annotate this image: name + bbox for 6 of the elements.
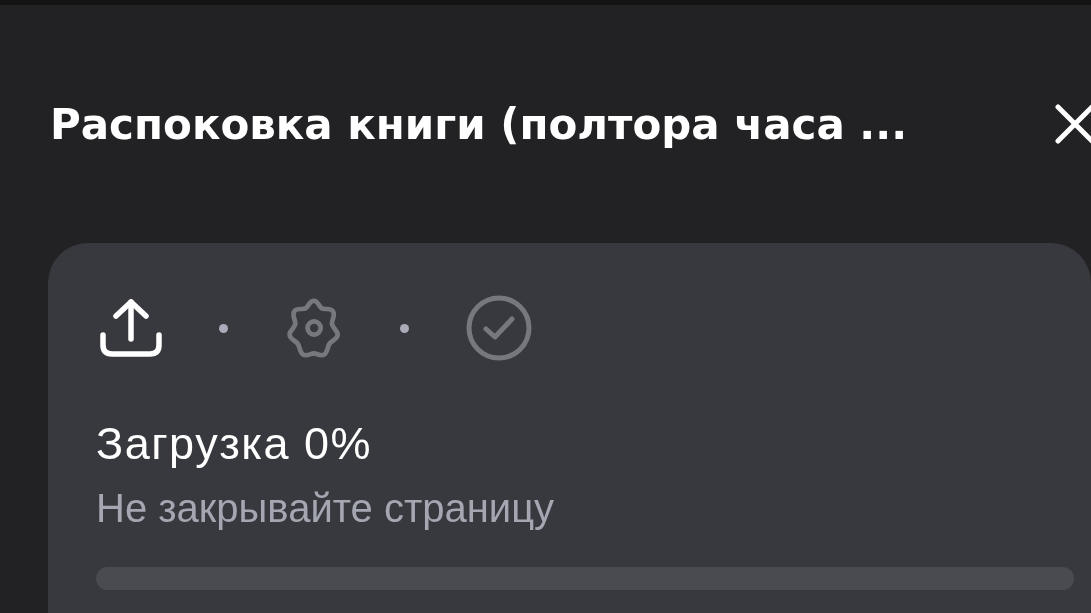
separator-dot-icon — [400, 323, 410, 333]
dialog-title: Распоковка книги (полтора часа ... — [50, 99, 908, 149]
close-icon[interactable] — [1055, 104, 1091, 144]
hint-text: Не закрывайте страницу — [96, 485, 555, 531]
separator-dot-icon — [219, 323, 228, 333]
status-heading: Загрузка 0% — [96, 419, 373, 469]
